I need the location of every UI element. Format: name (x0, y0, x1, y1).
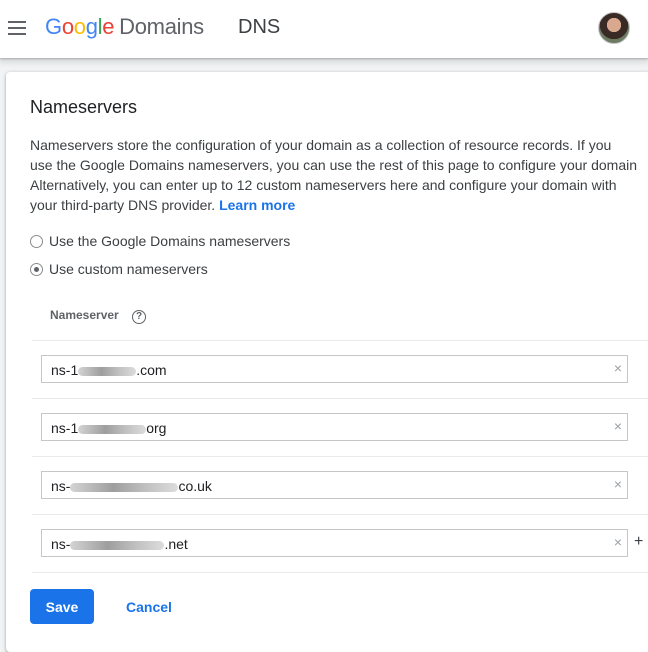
clear-icon[interactable]: × (614, 534, 622, 550)
nameserver-column-header: Nameserver (50, 308, 119, 322)
help-circle-icon[interactable]: ? (132, 310, 146, 324)
top-app-bar: Google Domains DNS (0, 0, 648, 58)
row-divider (32, 514, 648, 515)
add-nameserver-icon[interactable]: + (634, 533, 643, 551)
logo-product-name: Domains (119, 14, 204, 39)
clear-icon[interactable]: × (614, 418, 622, 434)
nameserver-value: ns- .net (51, 536, 188, 552)
nameserver-input-3[interactable]: ns-co.uk × (41, 471, 628, 499)
learn-more-link[interactable]: Learn more (219, 197, 295, 213)
radio-button-unchecked[interactable] (30, 234, 43, 248)
nameservers-card: Nameservers Nameservers store the config… (6, 72, 648, 652)
nameserver-prefix: ns-1 (51, 362, 79, 378)
google-domains-logo[interactable]: Google Domains (45, 14, 204, 40)
description-line-text: your third-party DNS provider. (30, 197, 216, 213)
cancel-button[interactable]: Cancel (116, 589, 182, 624)
nameservers-description: Nameservers store the configuration of y… (30, 135, 648, 215)
user-avatar[interactable] (598, 12, 630, 44)
card-title: Nameservers (30, 97, 138, 117)
redacted-blur (78, 424, 147, 434)
save-button[interactable]: Save (30, 589, 94, 624)
description-line: Nameservers store the configuration of y… (30, 137, 612, 153)
nameserver-suffix: co.uk (178, 478, 212, 494)
nameserver-value: ns-1 .com (51, 362, 167, 378)
description-line: Alternatively, you can enter up to 12 cu… (30, 177, 617, 193)
nameserver-suffix: .net (164, 536, 188, 552)
nameserver-input-1[interactable]: ns-1 .com × (41, 355, 628, 383)
nameserver-prefix: ns-1 (51, 420, 79, 436)
hamburger-menu-icon[interactable] (4, 12, 30, 44)
radio-label: Use custom nameservers (49, 261, 208, 277)
nameserver-suffix: .com (136, 362, 167, 378)
redacted-blur (70, 540, 165, 550)
row-divider (32, 340, 648, 341)
nameserver-input-4[interactable]: ns- .net × (41, 529, 628, 557)
description-line: use the Google Domains nameservers, you … (30, 157, 638, 173)
row-divider (32, 456, 648, 457)
clear-icon[interactable]: × (614, 476, 622, 492)
row-divider (32, 572, 648, 573)
logo-letter: o (73, 14, 86, 39)
nameserver-prefix: ns- (51, 478, 71, 494)
row-divider (32, 398, 648, 399)
radio-google-nameservers[interactable]: Use the Google Domains nameservers (30, 231, 290, 251)
nameserver-value: ns-co.uk (51, 478, 212, 494)
radio-button-checked[interactable] (30, 262, 43, 276)
description-line: your third-party DNS provider. Learn mor… (30, 195, 648, 215)
nameserver-value: ns-1 org (51, 420, 166, 436)
logo-letter: g (85, 14, 98, 39)
logo-letter: G (45, 14, 62, 39)
radio-label: Use the Google Domains nameservers (49, 233, 291, 249)
page-section-title: DNS (238, 16, 281, 38)
nameserver-prefix: ns- (51, 536, 71, 552)
logo-letter: e (102, 14, 115, 39)
nameserver-input-2[interactable]: ns-1 org × (41, 413, 628, 441)
radio-custom-nameservers[interactable]: Use custom nameservers (30, 259, 208, 279)
redacted-blur (70, 482, 179, 492)
redacted-blur (78, 366, 137, 376)
logo-letter: o (61, 14, 74, 39)
nameserver-suffix: org (146, 420, 167, 436)
clear-icon[interactable]: × (614, 360, 622, 376)
